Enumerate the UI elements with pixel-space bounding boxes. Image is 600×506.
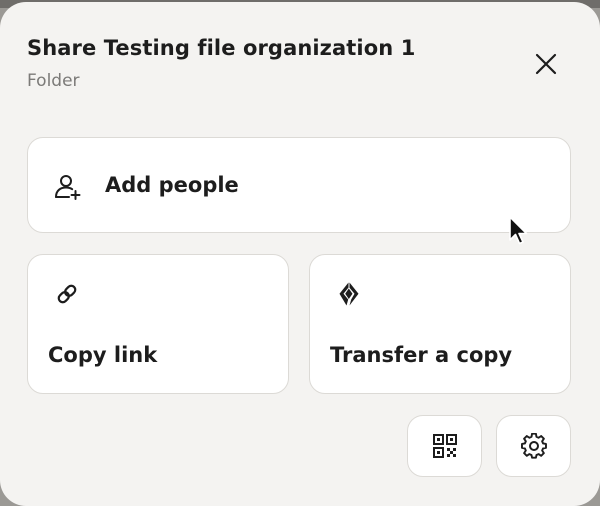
add-people-button[interactable]: Add people [27, 137, 571, 233]
mouse-pointer-icon [509, 216, 528, 245]
settings-button[interactable] [496, 415, 571, 477]
qr-code-icon [432, 434, 457, 458]
copy-link-label: Copy link [48, 343, 158, 367]
dialog-title: Share Testing file organization 1 [27, 36, 416, 60]
qr-code-button[interactable] [407, 415, 482, 477]
share-dialog: Share Testing file organization 1 Folder… [0, 2, 600, 506]
close-button[interactable] [526, 44, 566, 84]
transfer-logo-icon [339, 282, 359, 306]
close-icon [535, 53, 557, 75]
gear-icon [520, 433, 547, 459]
transfer-copy-label: Transfer a copy [330, 343, 513, 367]
link-icon [57, 284, 77, 304]
copy-link-button[interactable]: Copy link [27, 254, 289, 394]
user-plus-icon [55, 175, 81, 200]
add-people-label: Add people [105, 173, 239, 197]
transfer-copy-button[interactable]: Transfer a copy [309, 254, 571, 394]
dialog-subtitle: Folder [27, 71, 80, 91]
